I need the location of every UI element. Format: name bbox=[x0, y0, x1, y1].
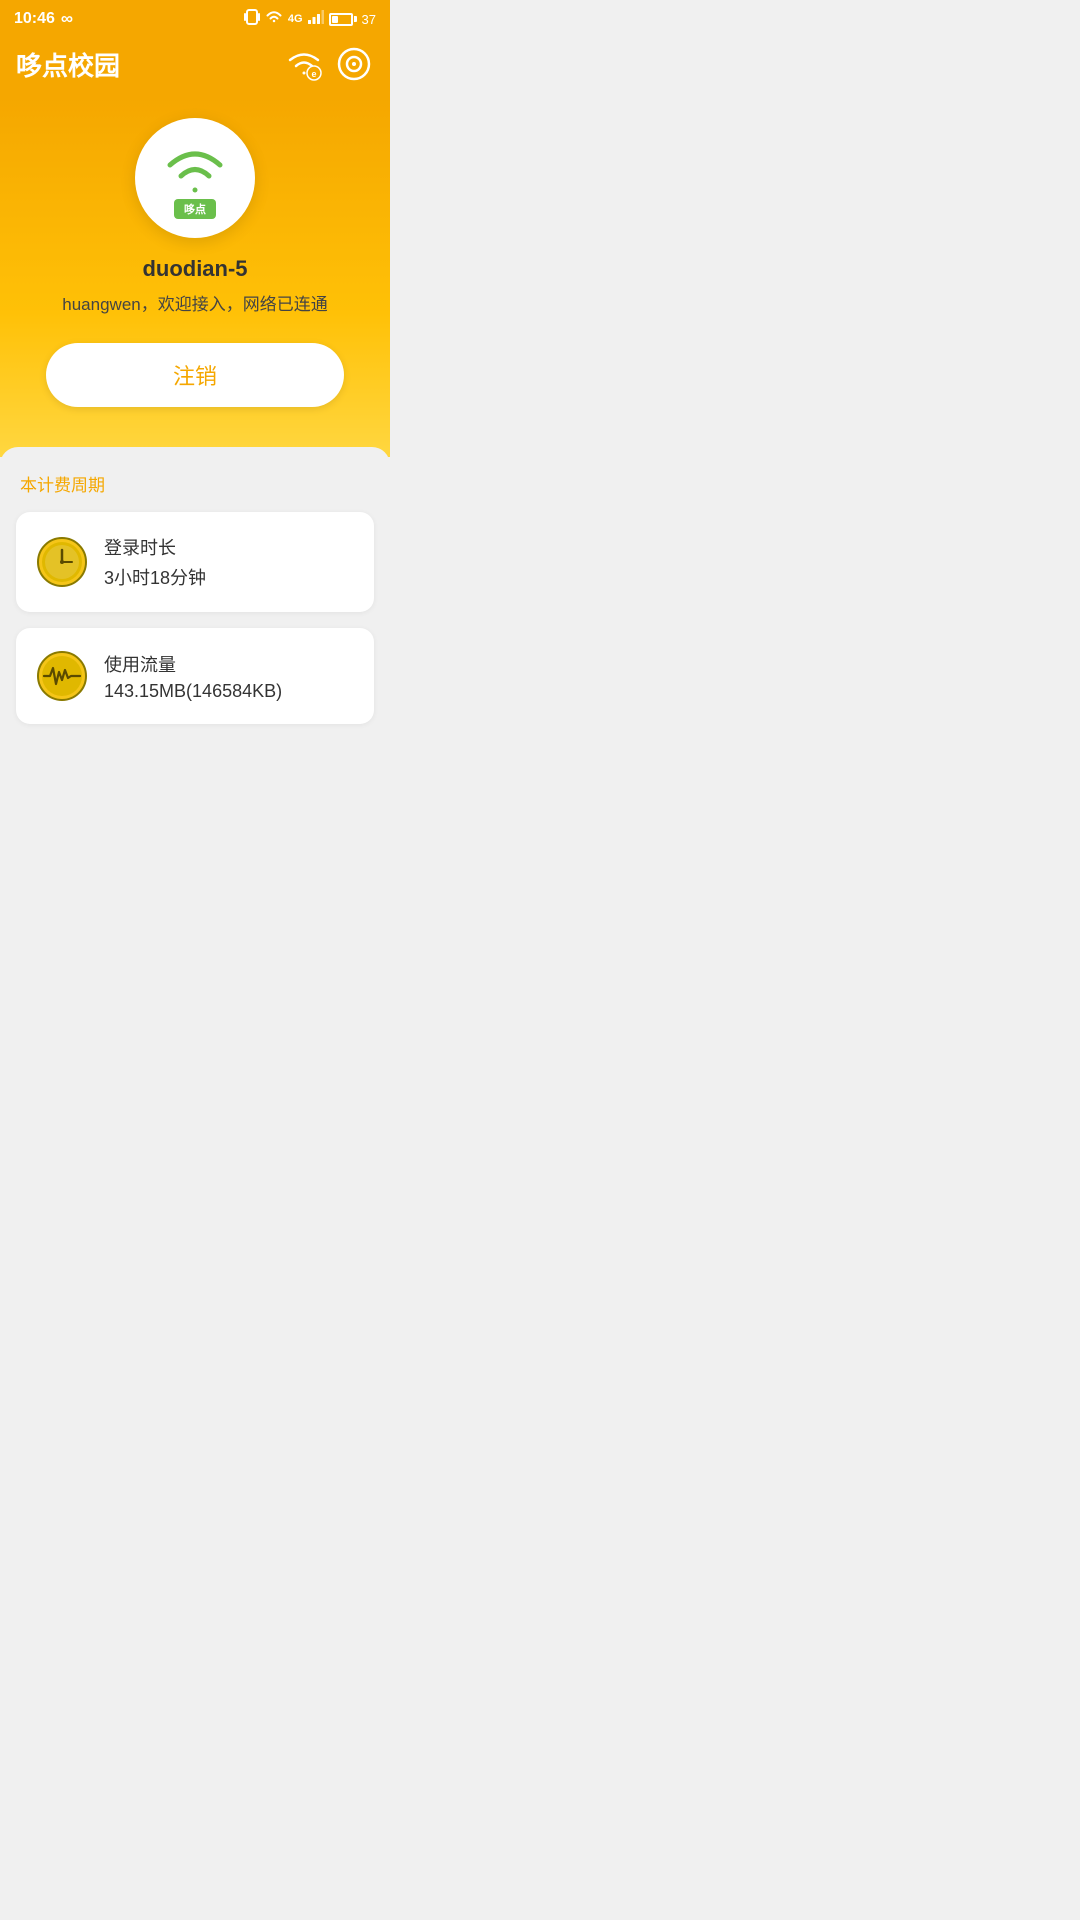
status-right: 4G 37 bbox=[244, 8, 376, 30]
vibrate-icon bbox=[244, 8, 260, 30]
wifi-status-icon bbox=[265, 10, 283, 28]
scan-button[interactable] bbox=[334, 44, 374, 84]
battery-level: 37 bbox=[362, 12, 376, 27]
login-duration-label: 登录时长 bbox=[104, 534, 206, 560]
clock-icon bbox=[36, 536, 88, 588]
logout-button[interactable]: 注销 bbox=[46, 343, 344, 407]
section-title: 本计费周期 bbox=[16, 471, 374, 496]
signal-icon bbox=[308, 10, 324, 28]
traffic-value: 143.15MB(146584KB) bbox=[104, 681, 282, 702]
svg-text:e: e bbox=[311, 69, 316, 79]
traffic-icon bbox=[36, 650, 88, 702]
wifi-logo: 哆点 bbox=[135, 118, 255, 238]
status-bar: 10:46 ∞ 4G bbox=[0, 0, 390, 34]
login-duration-value: 3小时18分钟 bbox=[104, 564, 206, 590]
status-time: 10:46 bbox=[14, 10, 55, 28]
login-duration-text: 登录时长 3小时18分钟 bbox=[104, 534, 206, 590]
wifi-settings-button[interactable]: e bbox=[284, 44, 324, 84]
hero-area: 哆点 duodian-5 huangwen，欢迎接入，网络已连通 注销 bbox=[0, 98, 390, 457]
traffic-label: 使用流量 bbox=[104, 651, 282, 677]
network-type-label: 4G bbox=[288, 13, 303, 25]
wifi-logo-inner: 哆点 bbox=[135, 118, 255, 238]
login-duration-card: 登录时长 3小时18分钟 bbox=[16, 512, 374, 612]
logo-label: 哆点 bbox=[174, 199, 216, 219]
welcome-text: huangwen，欢迎接入，网络已连通 bbox=[62, 290, 327, 315]
header-actions: e bbox=[284, 44, 374, 84]
status-left: 10:46 ∞ bbox=[14, 9, 73, 29]
infinity-icon: ∞ bbox=[61, 9, 73, 29]
content-area: 本计费周期 登录时长 3小时18分钟 bbox=[0, 447, 390, 947]
battery-icon bbox=[329, 13, 357, 26]
traffic-usage-card: 使用流量 143.15MB(146584KB) bbox=[16, 628, 374, 724]
app-header: 哆点校园 e bbox=[0, 34, 390, 98]
app-title: 哆点校园 bbox=[16, 46, 120, 83]
traffic-usage-text: 使用流量 143.15MB(146584KB) bbox=[104, 651, 282, 702]
ssid-name: duodian-5 bbox=[142, 256, 247, 282]
